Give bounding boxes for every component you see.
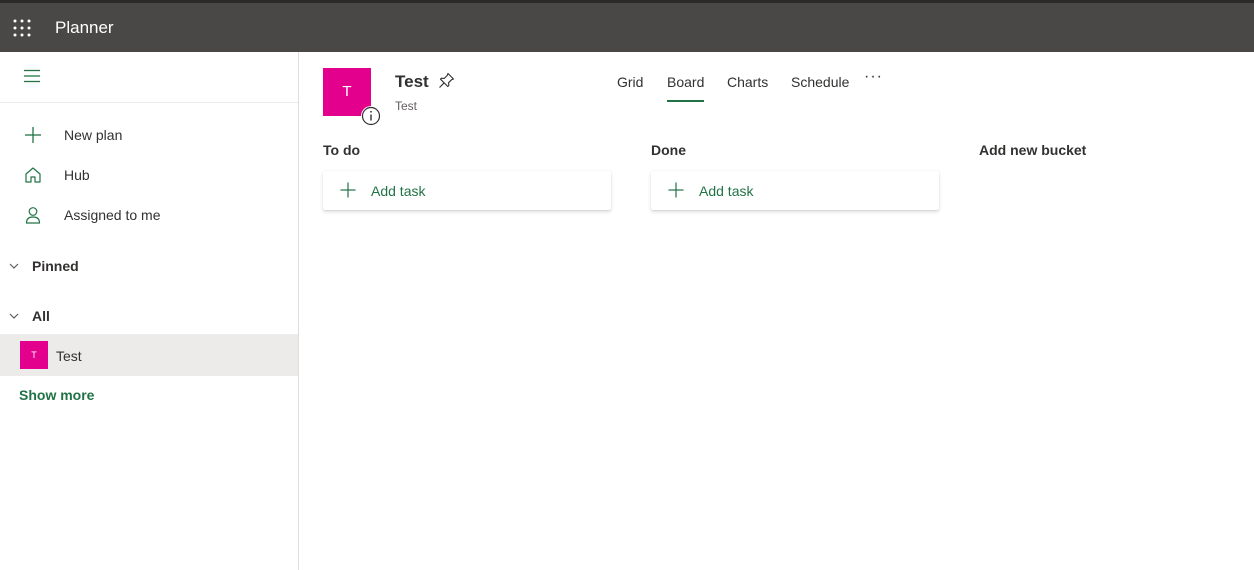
pin-icon[interactable] bbox=[438, 72, 455, 89]
bucket-title[interactable]: Done bbox=[651, 142, 686, 158]
tab-charts[interactable]: Charts bbox=[727, 74, 768, 102]
sidebar-item-new-plan[interactable]: New plan bbox=[0, 115, 298, 155]
section-label: Pinned bbox=[32, 258, 79, 274]
top-bar: Planner bbox=[0, 0, 1254, 52]
add-task-label: Add task bbox=[699, 183, 754, 199]
plus-icon bbox=[25, 127, 41, 143]
plan-avatar: T bbox=[20, 341, 48, 369]
add-task-button[interactable]: Add task bbox=[651, 171, 939, 210]
tab-board[interactable]: Board bbox=[667, 74, 705, 102]
sidebar-item-label: Assigned to me bbox=[64, 207, 161, 223]
show-more-link[interactable]: Show more bbox=[19, 387, 94, 403]
sidebar-item-label: Hub bbox=[64, 167, 90, 183]
sidebar-item-assigned-to-me[interactable]: Assigned to me bbox=[0, 195, 298, 235]
chevron-down-icon bbox=[9, 313, 19, 319]
add-new-bucket-button[interactable]: Add new bucket bbox=[979, 142, 1086, 158]
app-launcher-icon[interactable] bbox=[13, 19, 31, 37]
sidebar: New plan Hub Assigned to me Pinned All T… bbox=[0, 52, 299, 570]
tab-grid[interactable]: Grid bbox=[617, 74, 643, 102]
chevron-down-icon bbox=[9, 263, 19, 269]
sidebar-item-hub[interactable]: Hub bbox=[0, 155, 298, 195]
sidebar-divider bbox=[0, 102, 298, 103]
plus-icon bbox=[340, 182, 356, 198]
add-task-button[interactable]: Add task bbox=[323, 171, 611, 210]
app-title[interactable]: Planner bbox=[55, 18, 114, 38]
person-icon bbox=[25, 207, 41, 224]
plan-label: Test bbox=[56, 348, 82, 364]
home-icon bbox=[25, 167, 41, 183]
sidebar-item-plan-test[interactable]: T Test bbox=[0, 334, 298, 376]
add-task-label: Add task bbox=[371, 183, 426, 199]
hamburger-icon[interactable] bbox=[24, 69, 40, 83]
more-options-button[interactable]: ··· bbox=[864, 68, 883, 86]
tab-schedule[interactable]: Schedule bbox=[791, 74, 849, 102]
plan-group-label: Test bbox=[395, 99, 418, 113]
sidebar-item-label: New plan bbox=[64, 127, 123, 143]
plan-title: Test bbox=[395, 72, 429, 91]
section-label: All bbox=[32, 308, 50, 324]
bucket-title[interactable]: To do bbox=[323, 142, 360, 158]
section-pinned[interactable]: Pinned bbox=[0, 249, 298, 283]
info-icon[interactable] bbox=[361, 106, 381, 126]
section-all[interactable]: All bbox=[0, 299, 298, 333]
plus-icon bbox=[668, 182, 684, 198]
